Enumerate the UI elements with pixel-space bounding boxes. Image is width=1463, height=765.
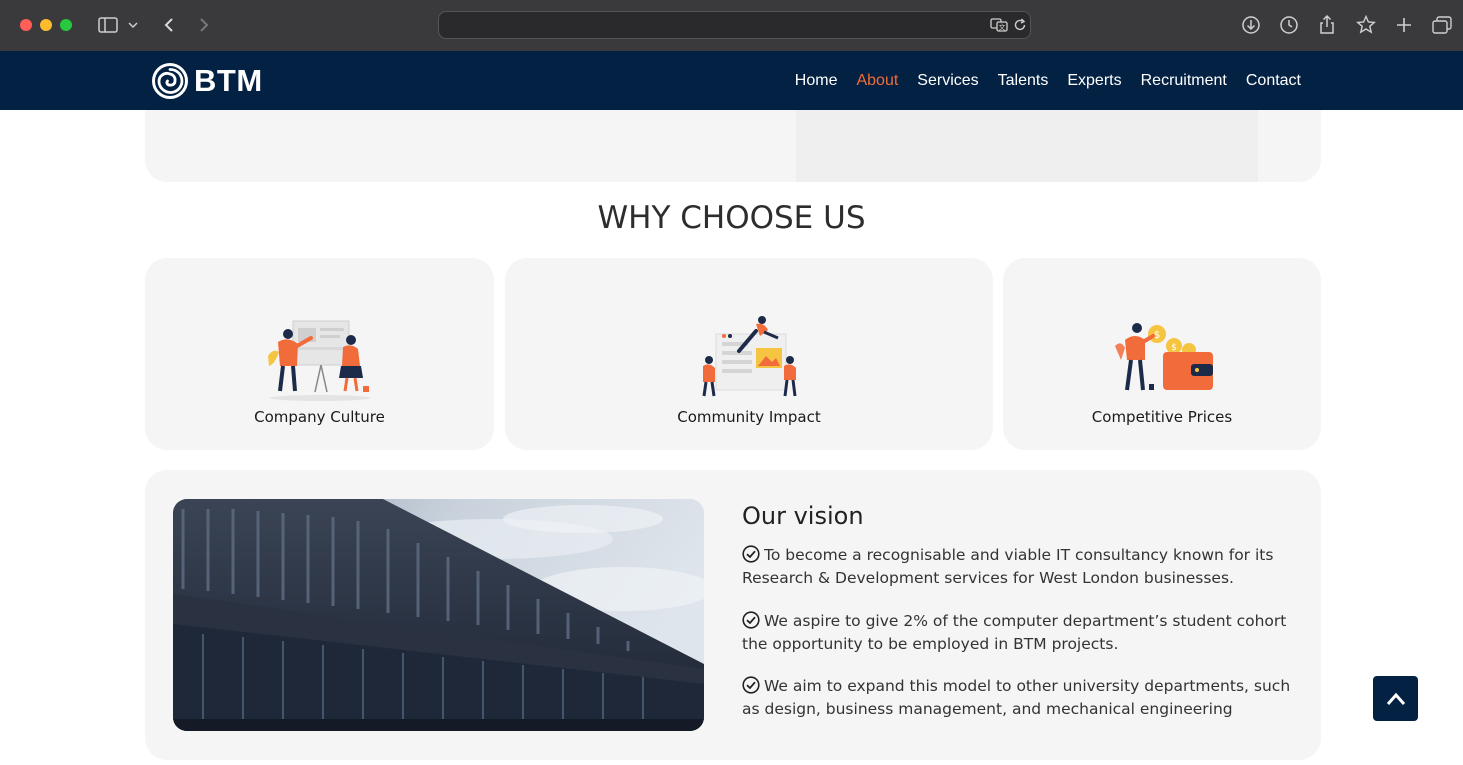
logo-text: BTM: [194, 63, 263, 98]
feature-label: Company Culture: [254, 408, 385, 426]
feature-card-company-culture: Company Culture: [145, 258, 494, 450]
nav-contact[interactable]: Contact: [1246, 72, 1301, 90]
bookmark-icon[interactable]: [1354, 13, 1378, 37]
nav-about[interactable]: About: [856, 72, 898, 90]
chevron-down-icon[interactable]: [123, 13, 143, 37]
download-icon[interactable]: [1239, 13, 1263, 37]
check-circle-icon: [742, 676, 760, 694]
scroll-to-top-button[interactable]: [1373, 676, 1418, 721]
main-nav: Home About Services Talents Experts Recr…: [776, 51, 1301, 110]
address-bar[interactable]: 文: [438, 11, 1031, 39]
close-window-button[interactable]: [20, 19, 32, 31]
vision-card: Our vision To become a recognisable and …: [145, 470, 1321, 760]
vision-item-text: To become a recognisable and viable IT c…: [742, 546, 1274, 587]
browser-toolbar: 文: [0, 0, 1463, 52]
back-icon[interactable]: [157, 13, 181, 37]
feature-label: Competitive Prices: [1091, 408, 1233, 426]
vision-item-text: We aspire to give 2% of the computer dep…: [742, 612, 1287, 653]
sidebar-icon[interactable]: [96, 13, 120, 37]
forward-icon[interactable]: [192, 13, 216, 37]
previous-section-card: [145, 110, 1321, 182]
svg-text:$: $: [1171, 343, 1177, 353]
teamwork-illustration-icon: [702, 316, 797, 397]
share-icon[interactable]: [1315, 13, 1339, 37]
vision-title: Our vision: [742, 502, 864, 530]
presentation-illustration-icon: [267, 320, 370, 401]
translate-icon[interactable]: 文: [990, 16, 1008, 34]
minimize-window-button[interactable]: [40, 19, 52, 31]
vision-item: To become a recognisable and viable IT c…: [742, 544, 1312, 590]
feature-label: Community Impact: [677, 408, 821, 426]
why-choose-us-title: WHY CHOOSE US: [597, 200, 866, 236]
nav-talents[interactable]: Talents: [998, 72, 1049, 90]
svg-text:文: 文: [999, 23, 1006, 32]
site-logo[interactable]: BTM: [152, 63, 263, 99]
history-icon[interactable]: [1277, 13, 1301, 37]
feature-card-competitive-prices: $ $ Competitive Prices: [1003, 258, 1321, 450]
feature-card-community-impact: Community Impact: [505, 258, 993, 450]
new-tab-icon[interactable]: [1392, 13, 1416, 37]
vision-item: We aim to expand this model to other uni…: [742, 675, 1312, 721]
check-circle-icon: [742, 545, 760, 563]
reload-icon[interactable]: [1011, 16, 1029, 34]
nav-services[interactable]: Services: [917, 72, 978, 90]
spiral-logo-icon: [152, 63, 188, 99]
university-building-image: [173, 499, 704, 731]
site-header: BTM Home About Services Talents Experts …: [0, 51, 1463, 110]
zoom-window-button[interactable]: [60, 19, 72, 31]
nav-recruitment[interactable]: Recruitment: [1141, 72, 1227, 90]
vision-item: We aspire to give 2% of the computer dep…: [742, 610, 1312, 656]
tabs-icon[interactable]: [1430, 13, 1454, 37]
wallet-coins-illustration-icon: $ $: [1115, 323, 1213, 391]
check-circle-icon: [742, 611, 760, 629]
nav-home[interactable]: Home: [795, 72, 838, 90]
chevron-up-icon: [1386, 692, 1405, 705]
vision-item-text: We aim to expand this model to other uni…: [742, 677, 1291, 718]
nav-experts[interactable]: Experts: [1067, 72, 1121, 90]
faded-image: [796, 110, 1258, 182]
